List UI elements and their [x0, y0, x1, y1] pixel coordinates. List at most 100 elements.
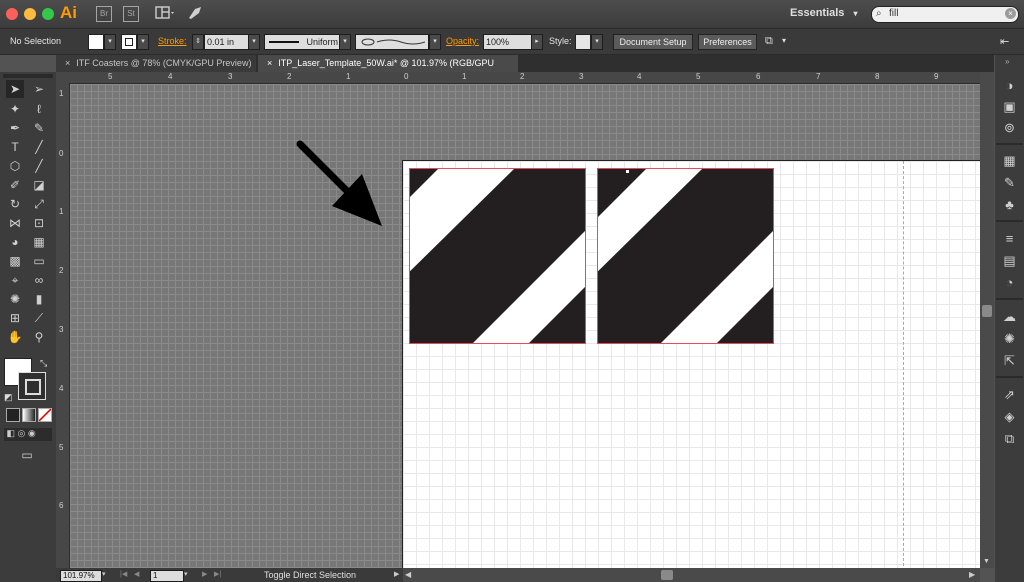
eyedropper-tool-icon[interactable]: ⌖: [6, 271, 24, 289]
toolbar-grip[interactable]: [3, 74, 53, 78]
free-transform-tool-icon[interactable]: ⊡: [30, 214, 48, 232]
artboards-icon[interactable]: ⧉: [1001, 430, 1018, 447]
opacity-dropdown[interactable]: ▸: [531, 34, 543, 50]
lasso-tool-icon[interactable]: ℓ: [30, 100, 48, 118]
zoom-dropdown-icon[interactable]: ▾: [102, 570, 106, 578]
close-tab-icon[interactable]: ×: [267, 58, 272, 68]
zoom-window-button[interactable]: [42, 8, 54, 20]
zoom-tool-icon[interactable]: ⚲: [30, 328, 48, 346]
stroke-weight-input[interactable]: 0.01 in: [204, 34, 250, 50]
stroke-weight-dropdown[interactable]: ▾: [248, 34, 260, 50]
minimize-window-button[interactable]: [24, 8, 36, 20]
swap-colors-icon[interactable]: ⤡: [40, 358, 47, 369]
hand-tool-icon[interactable]: ✋: [6, 328, 24, 346]
next-artboard-icon[interactable]: ▶: [202, 570, 207, 578]
slice-tool-icon[interactable]: ⟋: [30, 309, 48, 327]
libraries-icon[interactable]: ☁: [1001, 308, 1018, 325]
brush-definition[interactable]: [355, 34, 429, 50]
last-artboard-icon[interactable]: ▶|: [214, 570, 221, 578]
tab-laser-template[interactable]: × ITP_Laser_Template_50W.ai* @ 101.97% (R…: [258, 55, 518, 85]
coaster-artwork-left[interactable]: [409, 168, 586, 344]
opacity-label[interactable]: Opacity:: [446, 36, 479, 46]
blend-tool-icon[interactable]: ∞: [30, 271, 48, 289]
column-graph-tool-icon[interactable]: ▮: [30, 290, 48, 308]
gradient-tool-icon[interactable]: ▭: [30, 252, 48, 270]
clear-search-icon[interactable]: ×: [1005, 8, 1016, 19]
scroll-left-icon[interactable]: ◀: [405, 570, 411, 579]
horizontal-scroll-thumb[interactable]: [661, 570, 673, 580]
stroke-label[interactable]: Stroke:: [158, 36, 187, 46]
artboard-dropdown-icon[interactable]: ▾: [184, 570, 188, 578]
color-mode-icon[interactable]: [6, 408, 20, 422]
default-colors-icon[interactable]: ◩: [4, 392, 13, 403]
screen-mode-icon[interactable]: ▭: [18, 446, 36, 464]
close-tab-icon[interactable]: ×: [65, 58, 70, 68]
first-artboard-icon[interactable]: |◀: [120, 570, 127, 578]
type-tool-icon[interactable]: T: [6, 138, 24, 156]
close-window-button[interactable]: [6, 8, 18, 20]
arrange-dropdown-icon[interactable]: ▾: [782, 36, 786, 45]
symbols-icon[interactable]: ♣: [1001, 196, 1018, 213]
pen-tool-icon[interactable]: ✒: [6, 119, 24, 137]
stock-button[interactable]: St: [123, 6, 139, 22]
export-icon[interactable]: ⇗: [1001, 386, 1018, 403]
control-panel-menu-icon[interactable]: ⇤: [1000, 35, 1009, 48]
paintbrush-tool-icon[interactable]: ╱: [30, 157, 48, 175]
rotate-tool-icon[interactable]: ↻: [6, 195, 24, 213]
vertical-scroll-thumb[interactable]: [982, 305, 992, 317]
scale-tool-icon[interactable]: ⤢: [30, 195, 48, 213]
coaster-artwork-right[interactable]: [597, 168, 774, 344]
polygon-tool-icon[interactable]: ⬡: [6, 157, 24, 175]
stroke-panel-icon[interactable]: ≡: [1001, 230, 1018, 247]
opacity-input[interactable]: 100%: [483, 34, 533, 50]
properties-icon[interactable]: ▣: [1001, 98, 1018, 115]
gradient-mode-icon[interactable]: [22, 408, 36, 422]
status-menu-icon[interactable]: ▶: [394, 570, 399, 578]
search-input[interactable]: fill: [889, 8, 898, 19]
line-segment-tool-icon[interactable]: ╱: [30, 138, 48, 156]
stroke-color-dropdown[interactable]: ▾: [137, 34, 149, 50]
canvas[interactable]: [70, 84, 980, 568]
scroll-down-icon[interactable]: ▼: [983, 558, 990, 565]
gradient-panel-icon[interactable]: ▤: [1001, 252, 1018, 269]
brushes-icon[interactable]: ✎: [1001, 174, 1018, 191]
artboard-tool-icon[interactable]: ⊞: [6, 309, 24, 327]
scroll-right-icon[interactable]: ▶: [969, 570, 975, 579]
transparency-icon[interactable]: ◔: [1001, 274, 1018, 291]
image-trace-icon[interactable]: ✺: [1001, 330, 1018, 347]
zoom-level-input[interactable]: 101.97%: [60, 570, 102, 582]
stroke-color-swatch[interactable]: [18, 372, 46, 400]
shape-builder-tool-icon[interactable]: ◕: [6, 233, 24, 251]
drawing-modes-icon[interactable]: ◧ ◎ ◉: [4, 428, 52, 441]
stroke-profile-dropdown[interactable]: ▾: [339, 34, 351, 50]
bridge-button[interactable]: Br: [96, 6, 112, 22]
fill-swatch[interactable]: [88, 34, 104, 50]
gpu-performance-icon[interactable]: [187, 5, 203, 21]
fill-dropdown[interactable]: ▾: [104, 34, 116, 50]
graphic-style-swatch[interactable]: [575, 34, 591, 50]
magic-wand-tool-icon[interactable]: ✦: [6, 100, 24, 118]
horizontal-scrollbar[interactable]: ◀ ▶: [403, 568, 980, 582]
curvature-tool-icon[interactable]: ✎: [30, 119, 48, 137]
swatches-icon[interactable]: ▦: [1001, 152, 1018, 169]
document-setup-button[interactable]: Document Setup: [613, 34, 693, 50]
asset-export-icon[interactable]: ⇱: [1001, 352, 1018, 369]
tab-itf-coasters[interactable]: × ITF Coasters @ 78% (CMYK/GPU Preview): [56, 55, 256, 72]
vertical-ruler[interactable]: 1 0 1 2 3 4 5 6: [56, 83, 70, 568]
search-field[interactable]: ⌕ fill ×: [871, 6, 1019, 23]
shaper-tool-icon[interactable]: ✐: [6, 176, 24, 194]
width-tool-icon[interactable]: ⋈: [6, 214, 24, 232]
selection-tool-icon[interactable]: ➤: [6, 80, 24, 98]
arrange-icon[interactable]: ⧉: [765, 35, 773, 48]
preferences-button[interactable]: Preferences: [698, 34, 757, 50]
collapse-dock-icon[interactable]: »: [1005, 57, 1009, 66]
previous-artboard-icon[interactable]: ◀: [134, 570, 139, 578]
symbol-sprayer-tool-icon[interactable]: ✺: [6, 290, 24, 308]
arrange-documents-icon[interactable]: [155, 5, 177, 21]
none-mode-icon[interactable]: [38, 408, 52, 422]
graphic-style-dropdown[interactable]: ▾: [591, 34, 603, 50]
perspective-grid-tool-icon[interactable]: ▦: [30, 233, 48, 251]
brush-dropdown[interactable]: ▾: [429, 34, 441, 50]
mesh-tool-icon[interactable]: ▩: [6, 252, 24, 270]
artboard-number-input[interactable]: 1: [150, 570, 184, 582]
